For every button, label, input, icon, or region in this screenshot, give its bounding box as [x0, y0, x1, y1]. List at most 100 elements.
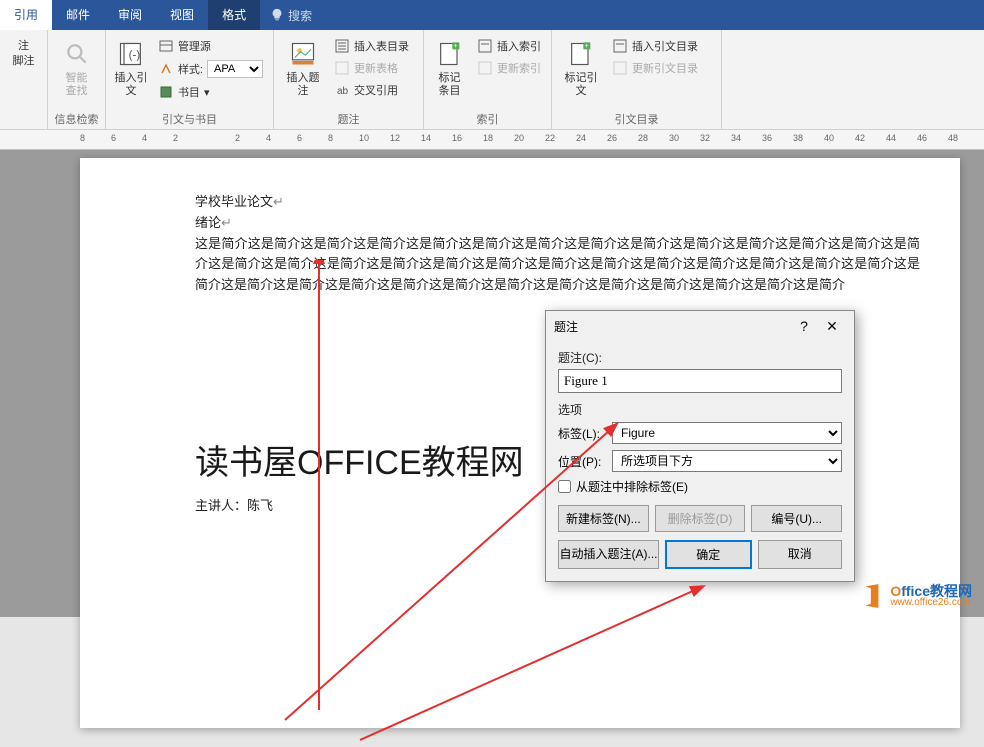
ruler-mark: 4	[266, 133, 271, 143]
insert-tof-label: 插入表目录	[354, 38, 409, 54]
update-table-button[interactable]: 更新表格	[330, 58, 413, 78]
ruler-mark: 22	[545, 133, 555, 143]
group-citations: (-) 插入引文 管理源 样式:APA 书目 ▾ 引文与书目	[106, 30, 274, 129]
manage-sources-button[interactable]: 管理源	[154, 36, 267, 56]
tab-bar: 引用 邮件 审阅 视图 格式 搜索	[0, 0, 984, 30]
ruler-mark: 48	[948, 133, 958, 143]
book-icon	[158, 84, 174, 100]
update-index-label: 更新索引	[497, 60, 541, 76]
insert-toa-button[interactable]: 插入引文目录	[608, 36, 702, 56]
watermark: Office教程网 www.office26.com	[860, 583, 972, 609]
ruler-mark: 14	[421, 133, 431, 143]
insert-index-button[interactable]: 插入索引	[473, 36, 545, 56]
svg-text:+: +	[453, 43, 457, 50]
ruler-mark: 24	[576, 133, 586, 143]
exclude-label-text: 从题注中排除标签(E)	[576, 478, 688, 495]
ruler-mark: 16	[452, 133, 462, 143]
insert-citation-label: 插入引文	[114, 72, 148, 98]
update-index-button[interactable]: 更新索引	[473, 58, 545, 78]
smart-lookup-button[interactable]: 智能 查找	[54, 34, 99, 102]
options-label: 选项	[558, 401, 842, 418]
ruler-mark: 26	[607, 133, 617, 143]
tab-review[interactable]: 审阅	[104, 0, 156, 30]
ruler-marks: 8642246810121416182022242628303234363840…	[80, 130, 974, 149]
update-toa-button[interactable]: 更新引文目录	[608, 58, 702, 78]
style-icon	[158, 61, 174, 77]
ruler-mark: 12	[390, 133, 400, 143]
group-captions: 插入题注 插入表目录 更新表格 ab交叉引用 题注	[274, 30, 424, 129]
tab-view[interactable]: 视图	[156, 0, 208, 30]
mark-entry-button[interactable]: + 标记 条目	[430, 34, 469, 102]
new-label-button[interactable]: 新建标签(N)...	[558, 505, 649, 532]
ruler-mark: 34	[731, 133, 741, 143]
search-area[interactable]: 搜索	[260, 7, 312, 24]
position-field-label: 位置(P):	[558, 453, 606, 470]
exclude-label-checkbox[interactable]	[558, 480, 571, 493]
update-toa-label: 更新引文目录	[632, 60, 698, 76]
lightbulb-icon	[270, 8, 284, 22]
ruler-mark: 28	[638, 133, 648, 143]
insert-footnote-button[interactable]: 注 脚注	[6, 34, 41, 72]
tof-icon	[334, 38, 350, 54]
ruler-mark: 36	[762, 133, 772, 143]
mark-citation-button[interactable]: + 标记引文	[558, 34, 604, 102]
numbering-button[interactable]: 编号(U)...	[751, 505, 842, 532]
caption-field-label: 题注(C):	[558, 349, 842, 366]
ruler-mark: 38	[793, 133, 803, 143]
insert-tof-button[interactable]: 插入表目录	[330, 36, 413, 56]
insert-citation-button[interactable]: (-) 插入引文	[112, 34, 150, 102]
tab-references[interactable]: 引用	[0, 0, 52, 30]
group-toa: + 标记引文 插入引文目录 更新引文目录 引文目录	[552, 30, 722, 129]
delete-label-button[interactable]: 删除标签(D)	[655, 505, 746, 532]
insert-toa-label: 插入引文目录	[632, 38, 698, 54]
dialog-title-text: 题注	[554, 318, 790, 335]
ruler-mark: 20	[514, 133, 524, 143]
auto-caption-button[interactable]: 自动插入题注(A)...	[558, 540, 659, 569]
ok-button[interactable]: 确定	[665, 540, 752, 569]
ruler-mark: 30	[669, 133, 679, 143]
group-index: + 标记 条目 插入索引 更新索引 索引	[424, 30, 552, 129]
ruler-mark: 46	[917, 133, 927, 143]
update-index-icon	[477, 60, 493, 76]
style-select[interactable]: APA	[207, 60, 263, 78]
ruler[interactable]: 8642246810121416182022242628303234363840…	[0, 130, 984, 150]
office-logo-icon	[860, 583, 886, 609]
update-icon	[334, 60, 350, 76]
smart-lookup-label: 智能 查找	[66, 72, 88, 98]
ruler-mark: 2	[235, 133, 240, 143]
dialog-help-button[interactable]: ?	[790, 318, 818, 334]
label-field-label: 标签(L):	[558, 425, 606, 442]
ruler-mark: 40	[824, 133, 834, 143]
caption-icon	[287, 38, 319, 70]
ruler-mark: 8	[328, 133, 333, 143]
dialog-titlebar[interactable]: 题注 ? ✕	[546, 311, 854, 341]
tab-mailings[interactable]: 邮件	[52, 0, 104, 30]
ruler-mark: 10	[359, 133, 369, 143]
bibliography-button[interactable]: 书目 ▾	[154, 82, 267, 102]
tab-format[interactable]: 格式	[208, 0, 260, 30]
caption-dialog: 题注 ? ✕ 题注(C): 选项 标签(L): Figure 位置(P): 所选…	[545, 310, 855, 582]
cancel-button[interactable]: 取消	[758, 540, 843, 569]
mark-citation-label: 标记引文	[560, 72, 602, 98]
svg-text:+: +	[585, 43, 589, 50]
ruler-mark: 18	[483, 133, 493, 143]
position-select[interactable]: 所选项目下方	[612, 450, 842, 472]
watermark-brand: Office教程网	[890, 584, 972, 598]
insert-caption-button[interactable]: 插入题注	[280, 34, 326, 102]
label-select[interactable]: Figure	[612, 422, 842, 444]
caption-input[interactable]	[558, 369, 842, 393]
doc-body: 这是简介这是简介这是简介这是简介这是简介这是简介这是简介这是简介这是简介这是简介…	[195, 234, 920, 296]
watermark-url: www.office26.com	[890, 598, 972, 608]
insert-index-icon	[477, 38, 493, 54]
citation-icon: (-)	[115, 38, 147, 70]
doc-heading: 绪论↵	[195, 213, 920, 234]
cross-reference-button[interactable]: ab交叉引用	[330, 80, 413, 100]
footnote-label: 脚注	[13, 55, 35, 68]
svg-text:(-): (-)	[129, 49, 141, 62]
workspace: 8642246810121416182022242628303234363840…	[0, 130, 984, 617]
dialog-close-button[interactable]: ✕	[818, 318, 846, 335]
ruler-mark: 6	[297, 133, 302, 143]
insert-caption-label: 插入题注	[282, 72, 324, 98]
manage-sources-label: 管理源	[178, 38, 211, 54]
cross-reference-label: 交叉引用	[354, 82, 398, 98]
